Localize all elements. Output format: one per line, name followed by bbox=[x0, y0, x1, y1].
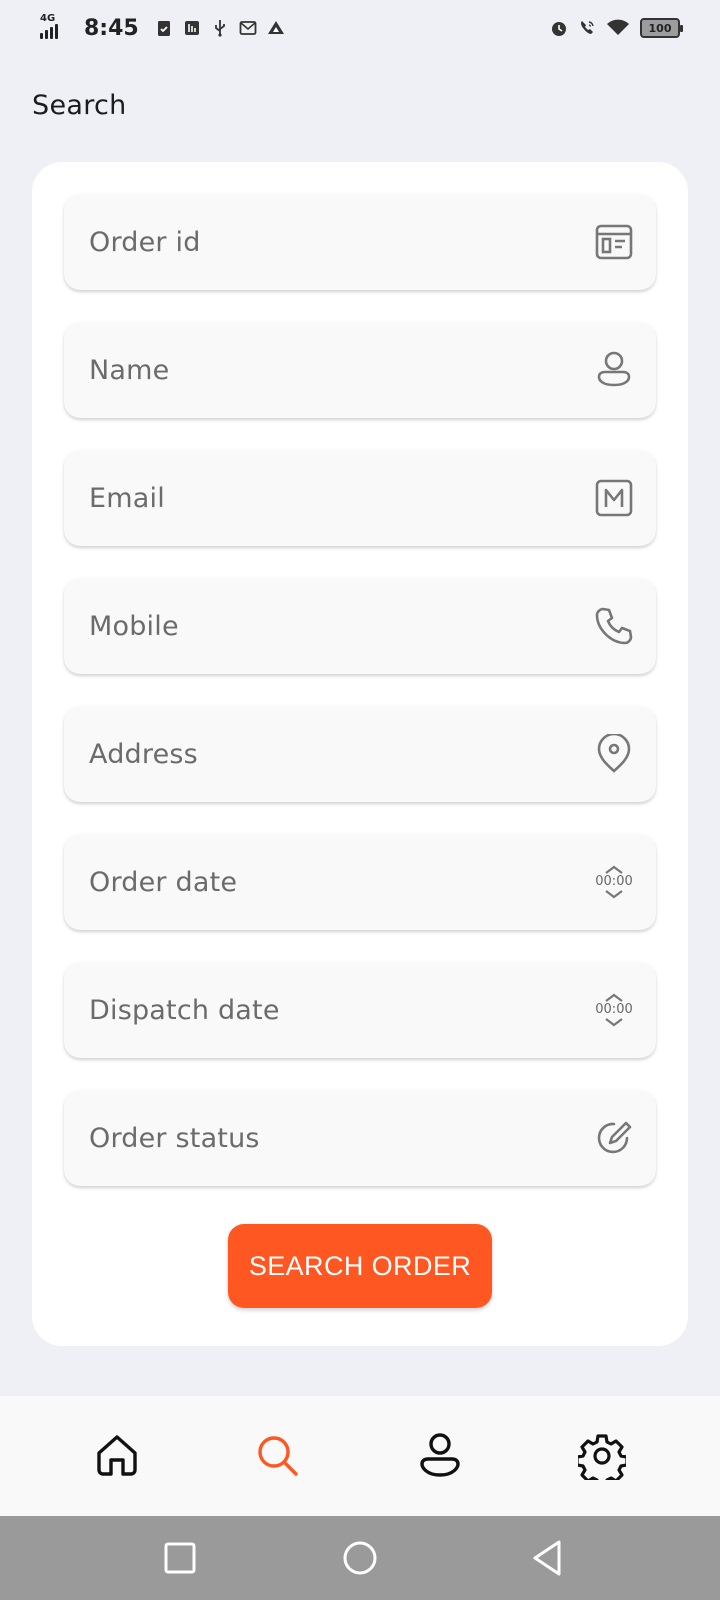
status-bar: 4G 8:45 100 bbox=[0, 0, 720, 56]
location-pin-icon bbox=[594, 734, 634, 774]
signal-icon: 4G bbox=[40, 13, 70, 39]
email-field[interactable]: Email bbox=[64, 450, 656, 546]
nav-settings[interactable] bbox=[574, 1428, 630, 1484]
clipboard-check-icon bbox=[155, 19, 173, 37]
id-card-icon bbox=[594, 222, 634, 262]
clock: 8:45 bbox=[84, 15, 139, 41]
battery-level: 100 bbox=[648, 21, 672, 35]
home-button[interactable] bbox=[340, 1538, 380, 1578]
time-stepper-icon: 00:00 bbox=[594, 988, 634, 1032]
bottom-nav bbox=[0, 1396, 720, 1516]
dispatch-date-field[interactable]: Dispatch date 00:00 bbox=[64, 962, 656, 1058]
wifi-call-icon bbox=[578, 19, 596, 37]
mail-box-icon bbox=[594, 478, 634, 518]
address-field[interactable]: Address bbox=[64, 706, 656, 802]
recents-button[interactable] bbox=[160, 1538, 200, 1578]
time-value: 00:00 bbox=[595, 1002, 633, 1017]
time-value: 00:00 bbox=[595, 874, 633, 889]
field-label: Order status bbox=[89, 1122, 260, 1154]
back-triangle-icon bbox=[533, 1540, 561, 1576]
person-icon bbox=[420, 1433, 460, 1477]
nav-search[interactable] bbox=[250, 1428, 306, 1484]
order-date-field[interactable]: Order date 00:00 bbox=[64, 834, 656, 930]
edit-icon bbox=[594, 1118, 634, 1158]
usb-storage-icon bbox=[183, 19, 201, 37]
search-order-button[interactable]: SEARCH ORDER bbox=[228, 1224, 492, 1308]
page-title: Search bbox=[32, 90, 127, 121]
order-status-field[interactable]: Order status bbox=[64, 1090, 656, 1186]
status-left: 4G 8:45 bbox=[40, 13, 285, 41]
circle-icon bbox=[343, 1541, 377, 1575]
search-icon bbox=[258, 1436, 298, 1476]
wifi-icon bbox=[606, 19, 630, 37]
field-label: Dispatch date bbox=[89, 994, 280, 1026]
field-label: Order date bbox=[89, 866, 238, 898]
mail-icon bbox=[239, 19, 257, 37]
usb-icon bbox=[211, 19, 229, 37]
search-form-card: Order id Name Email Mobile Address Order… bbox=[32, 162, 688, 1346]
field-label: Email bbox=[89, 482, 165, 514]
status-right: 100 bbox=[550, 18, 683, 38]
network-type: 4G bbox=[40, 13, 56, 24]
mobile-field[interactable]: Mobile bbox=[64, 578, 656, 674]
field-label: Address bbox=[89, 738, 198, 770]
back-button[interactable] bbox=[528, 1538, 568, 1578]
square-icon bbox=[164, 1542, 196, 1574]
phone-icon bbox=[594, 606, 634, 646]
drive-icon bbox=[267, 19, 285, 37]
nav-home[interactable] bbox=[89, 1428, 145, 1484]
person-icon bbox=[594, 350, 634, 390]
field-label: Order id bbox=[89, 226, 201, 258]
battery-icon: 100 bbox=[640, 18, 683, 38]
time-stepper-icon: 00:00 bbox=[594, 860, 634, 904]
field-label: Name bbox=[89, 354, 170, 386]
system-navigation-bar bbox=[0, 1516, 720, 1600]
field-label: Mobile bbox=[89, 610, 179, 642]
order-id-field[interactable]: Order id bbox=[64, 194, 656, 290]
name-field[interactable]: Name bbox=[64, 322, 656, 418]
gear-icon bbox=[578, 1434, 626, 1480]
alarm-icon bbox=[550, 19, 568, 37]
home-icon bbox=[97, 1435, 137, 1476]
nav-profile[interactable] bbox=[412, 1428, 468, 1484]
